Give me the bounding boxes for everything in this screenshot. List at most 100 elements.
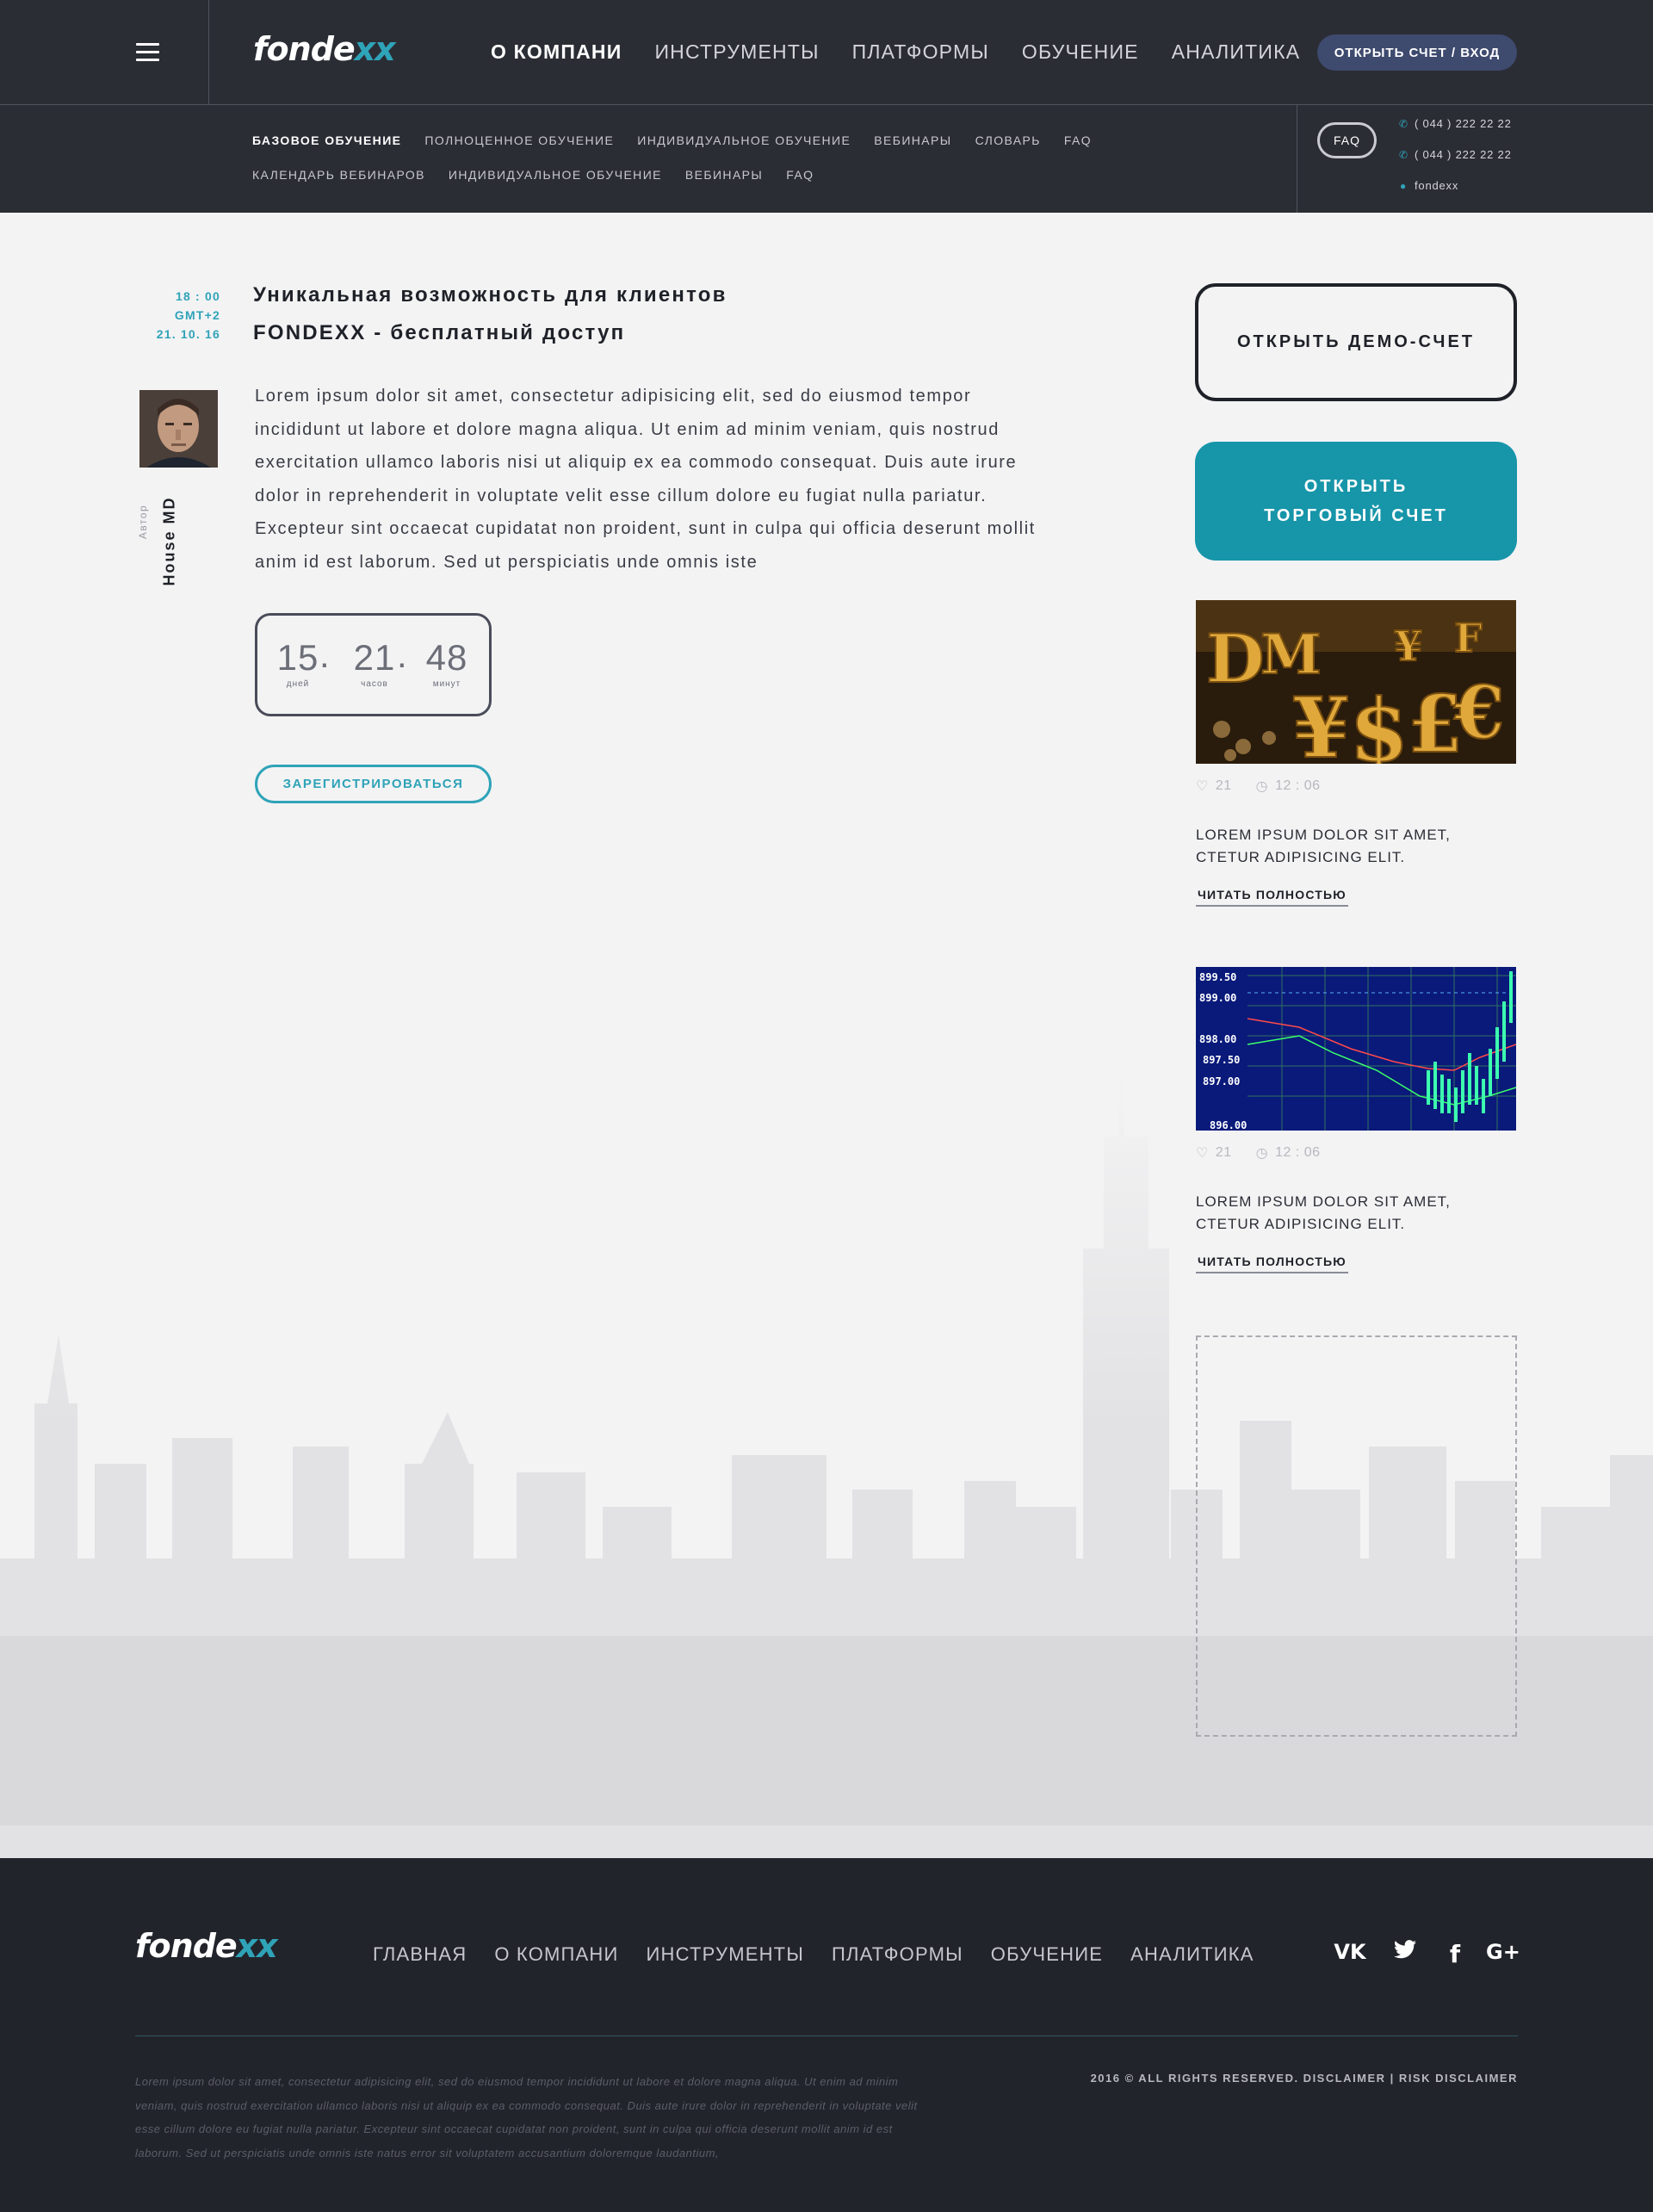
chart-tick-label: 896.00 bbox=[1210, 1119, 1247, 1131]
countdown-hours: 21 часов bbox=[348, 637, 401, 690]
subnav-item-individual[interactable]: ИНДИВИДУАЛЬНОЕ ОБУЧЕНИЕ bbox=[637, 133, 851, 147]
trade-button-line: ТОРГОВЫЙ СЧЕТ bbox=[1264, 506, 1448, 525]
trading-chart-photo[interactable]: 899.50 899.00 898.00 897.50 897.00 896.0… bbox=[1196, 967, 1516, 1131]
clock-icon: ◷ bbox=[1255, 779, 1269, 794]
event-title-line: FONDEXX - бесплатный доступ bbox=[253, 321, 626, 344]
countdown-minutes-label: минут bbox=[432, 679, 461, 689]
event-time: 18 : 00 bbox=[176, 289, 220, 303]
phone-icon: ✆ bbox=[1399, 117, 1408, 130]
google-plus-icon[interactable]: G+ bbox=[1486, 1940, 1520, 1964]
hamburger-line bbox=[136, 51, 159, 53]
sub-header: БАЗОВОЕ ОБУЧЕНИЕ ПОЛНОЦЕННОЕ ОБУЧЕНИЕ ИН… bbox=[0, 105, 1653, 213]
skype-contact[interactable]: ● fondexx bbox=[1399, 179, 1458, 192]
svg-text:¥: ¥ bbox=[1292, 679, 1350, 764]
author-portrait bbox=[139, 390, 218, 468]
countdown-timer: 15 дней . 21 часов . 48 минут bbox=[255, 613, 492, 716]
countdown-hours-value: 21 bbox=[353, 637, 396, 678]
hamburger-line bbox=[136, 59, 159, 61]
countdown-hours-label: часов bbox=[361, 679, 388, 689]
currency-symbols-photo[interactable]: D M ¥ $ £ € ¥ F bbox=[1196, 600, 1516, 764]
event-title-line: Уникальная возможность для клиентов bbox=[253, 283, 727, 307]
news-card: 899.50 899.00 898.00 897.50 897.00 896.0… bbox=[1196, 967, 1518, 1273]
skype-handle: fondexx bbox=[1415, 179, 1459, 192]
top-header: fondexx О КОМПАНИ ИНСТРУМЕНТЫ ПЛАТФОРМЫ … bbox=[0, 0, 1653, 105]
subnav-item-glossary[interactable]: СЛОВАРЬ bbox=[975, 133, 1041, 147]
read-more-link[interactable]: ЧИТАТЬ ПОЛНОСТЬЮ bbox=[1196, 1255, 1348, 1273]
open-trading-account-button[interactable]: ОТКРЫТЬ ТОРГОВЫЙ СЧЕТ bbox=[1195, 442, 1517, 561]
svg-text:€: € bbox=[1453, 670, 1504, 755]
currency-image: D M ¥ $ £ € ¥ F bbox=[1196, 600, 1516, 764]
footer-description: Lorem ipsum dolor sit amet, consectetur … bbox=[135, 2075, 918, 2159]
logo-accent: xx bbox=[236, 1927, 278, 1965]
subnav-item-webinars-2[interactable]: ВЕБИНАРЫ bbox=[685, 168, 763, 182]
subnav-item-faq[interactable]: FAQ bbox=[1064, 133, 1092, 147]
read-more-link[interactable]: ЧИТАТЬ ПОЛНОСТЬЮ bbox=[1196, 888, 1348, 907]
nav-item-company[interactable]: О КОМПАНИ bbox=[491, 40, 622, 64]
likes-count[interactable]: ♡ 21 bbox=[1196, 778, 1232, 795]
phone-contact[interactable]: ✆ ( 044 ) 222 22 22 bbox=[1399, 117, 1512, 130]
vk-icon[interactable]: VK bbox=[1333, 1940, 1367, 1964]
menu-toggle-button[interactable] bbox=[0, 0, 209, 105]
open-demo-account-button[interactable]: ОТКРЫТЬ ДЕМО-СЧЕТ bbox=[1195, 283, 1517, 401]
countdown-minutes: 48 минут bbox=[420, 637, 474, 690]
skype-icon: ● bbox=[1399, 179, 1408, 192]
footer-nav-home[interactable]: ГЛАВНАЯ bbox=[373, 1943, 467, 1966]
event-title: Уникальная возможность для клиентов FOND… bbox=[253, 276, 856, 352]
subnav-item-full[interactable]: ПОЛНОЦЕННОЕ ОБУЧЕНИЕ bbox=[424, 133, 614, 147]
logo-text: fonde bbox=[135, 1927, 238, 1965]
author-label: Автор bbox=[137, 504, 149, 540]
twitter-icon[interactable] bbox=[1392, 1940, 1418, 1965]
chart-tick-label: 898.00 bbox=[1199, 1033, 1236, 1045]
footer-nav-company[interactable]: О КОМПАНИ bbox=[494, 1943, 618, 1966]
svg-text:F: F bbox=[1454, 615, 1483, 661]
facebook-icon[interactable]: f bbox=[1446, 1940, 1464, 1968]
faq-button[interactable]: FAQ bbox=[1317, 122, 1377, 158]
phone-contact[interactable]: ✆ ( 044 ) 222 22 22 bbox=[1399, 148, 1512, 161]
countdown-minutes-value: 48 bbox=[425, 637, 468, 678]
author-name[interactable]: House MD bbox=[161, 490, 179, 593]
footer-divider bbox=[135, 2035, 1518, 2036]
brand-logo[interactable]: fondexx bbox=[253, 30, 396, 68]
nav-item-education[interactable]: ОБУЧЕНИЕ bbox=[1022, 40, 1139, 64]
phone-number: ( 044 ) 222 22 22 bbox=[1415, 148, 1512, 161]
subnav-item-basic[interactable]: БАЗОВОЕ ОБУЧЕНИЕ bbox=[252, 133, 401, 147]
event-description: Lorem ipsum dolor sit amet, consectetur … bbox=[255, 387, 1036, 572]
footer-nav-platforms[interactable]: ПЛАТФОРМЫ bbox=[832, 1943, 963, 1966]
phone-number: ( 044 ) 222 22 22 bbox=[1415, 117, 1512, 130]
svg-text:D: D bbox=[1206, 620, 1265, 698]
twitter-bird-shape bbox=[1394, 1940, 1416, 1959]
footer-nav-education[interactable]: ОБУЧЕНИЕ bbox=[991, 1943, 1103, 1966]
subnav-item-individual-2[interactable]: ИНДИВИДУАЛЬНОЕ ОБУЧЕНИЕ bbox=[449, 168, 662, 182]
subnav-item-webinars[interactable]: ВЕБИНАРЫ bbox=[874, 133, 951, 147]
nav-item-instruments[interactable]: ИНСТРУМЕНТЫ bbox=[654, 40, 819, 64]
subnav-item-faq-2[interactable]: FAQ bbox=[786, 168, 814, 182]
svg-text:M: M bbox=[1260, 623, 1322, 687]
event-timezone: GMT+2 bbox=[174, 308, 220, 322]
chart-tick-label: 899.00 bbox=[1199, 992, 1236, 1004]
nav-item-platforms[interactable]: ПЛАТФОРМЫ bbox=[852, 40, 989, 64]
nav-item-analytics[interactable]: АНАЛИТИКА bbox=[1172, 40, 1301, 64]
footer-nav-analytics[interactable]: АНАЛИТИКА bbox=[1130, 1943, 1254, 1966]
card-stats: ♡ 21 ◷ 12 : 06 bbox=[1196, 1144, 1518, 1162]
countdown-separator: . bbox=[397, 635, 407, 675]
post-time: ◷ 12 : 06 bbox=[1256, 778, 1321, 795]
likes-value: 21 bbox=[1215, 1145, 1232, 1160]
footer-nav-instruments[interactable]: ИНСТРУМЕНТЫ bbox=[647, 1943, 804, 1966]
education-subnav: БАЗОВОЕ ОБУЧЕНИЕ ПОЛНОЦЕННОЕ ОБУЧЕНИЕ ИН… bbox=[252, 133, 1291, 182]
logo-text: fonde bbox=[253, 30, 356, 68]
register-button[interactable]: ЗАРЕГИСТРИРОВАТЬСЯ bbox=[255, 765, 492, 803]
author-avatar[interactable] bbox=[139, 390, 218, 468]
likes-count[interactable]: ♡ 21 bbox=[1196, 1144, 1232, 1162]
event-datetime: 18 : 00 GMT+2 21. 10. 16 bbox=[138, 287, 220, 344]
ad-placeholder bbox=[1196, 1335, 1517, 1737]
card-title: LOREM IPSUM DOLOR SIT AMET, CTETUR ADIPI… bbox=[1196, 1193, 1451, 1232]
countdown-days: 15 дней bbox=[271, 638, 325, 690]
subnav-item-webinar-calendar[interactable]: КАЛЕНДАРЬ ВЕБИНАРОВ bbox=[252, 168, 425, 182]
open-account-login-button[interactable]: ОТКРЫТЬ СЧЕТ / ВХОД bbox=[1317, 34, 1517, 71]
copyright-text: 2016 © ALL RIGHTS RESERVED. DISCLAIMER |… bbox=[1090, 2072, 1518, 2085]
main-nav: О КОМПАНИ ИНСТРУМЕНТЫ ПЛАТФОРМЫ ОБУЧЕНИЕ… bbox=[491, 40, 1333, 64]
likes-value: 21 bbox=[1215, 778, 1232, 793]
footer-logo[interactable]: fondexx bbox=[135, 1927, 278, 1965]
heart-icon: ♡ bbox=[1196, 1146, 1209, 1161]
countdown-separator: . bbox=[319, 635, 330, 675]
